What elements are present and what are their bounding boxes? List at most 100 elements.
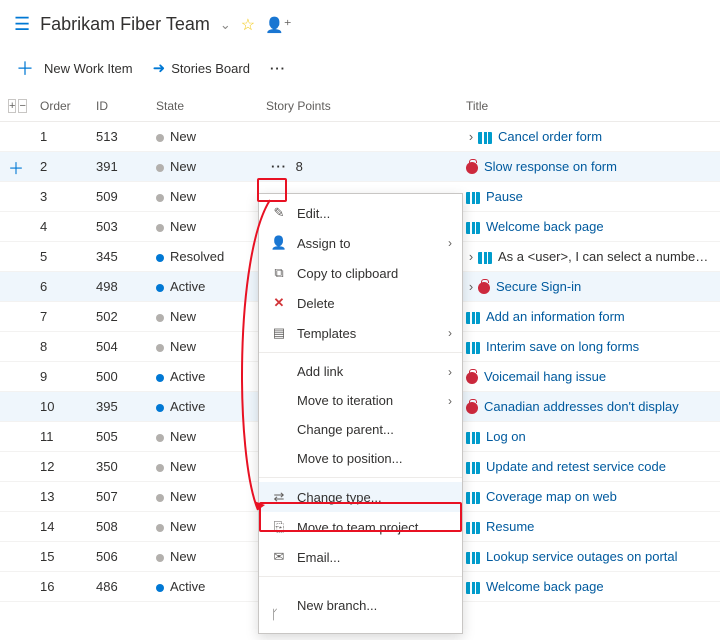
state-dot-icon [156, 464, 164, 472]
row-add-button[interactable] [0, 512, 32, 542]
row-add-button[interactable] [0, 452, 32, 482]
cell-order: 7 [32, 302, 88, 332]
row-add-button[interactable] [0, 572, 32, 602]
work-item-title[interactable]: Update and retest service code [486, 459, 666, 474]
menu-new-branch[interactable]: ㅤᚴNew branch... [259, 581, 462, 629]
toolbar-more-button[interactable]: ··· [270, 61, 286, 76]
state-dot-icon [156, 164, 164, 172]
expand-chevron-icon[interactable]: › [466, 249, 476, 264]
new-work-item-button[interactable]: ＋ New Work Item [16, 55, 133, 81]
cell-title[interactable]: Welcome back page [458, 212, 720, 242]
header-title[interactable]: Title [458, 93, 720, 122]
expand-chevron-icon[interactable]: › [466, 129, 476, 144]
cell-title[interactable]: Coverage map on web [458, 482, 720, 512]
team-name[interactable]: Fabrikam Fiber Team [40, 14, 210, 35]
menu-templates[interactable]: ▤Templates› [259, 318, 462, 348]
menu-change-parent[interactable]: Change parent... [259, 415, 462, 444]
header-expand-controls[interactable]: +− [0, 93, 32, 122]
row-add-button[interactable] [0, 242, 32, 272]
row-add-button[interactable] [0, 122, 32, 152]
cell-title[interactable]: › As a <user>, I can select a number ... [458, 242, 720, 272]
work-item-title[interactable]: Resume [486, 519, 534, 534]
menu-delete[interactable]: ✕Delete [259, 288, 462, 318]
table-row[interactable]: ＋2391New··· 8Slow response on form [0, 152, 720, 182]
menu-edit[interactable]: ✎Edit... [259, 198, 462, 228]
work-item-title[interactable]: Welcome back page [486, 579, 604, 594]
row-add-button[interactable] [0, 302, 32, 332]
row-add-button[interactable] [0, 362, 32, 392]
cell-title[interactable]: Update and retest service code [458, 452, 720, 482]
row-add-button[interactable] [0, 182, 32, 212]
table-header-row: +− Order ID State Story Points Title [0, 93, 720, 122]
cell-title[interactable]: Slow response on form [458, 152, 720, 182]
menu-change-type[interactable]: ⇄Change type... [259, 482, 462, 512]
row-more-button[interactable]: ··· [266, 159, 292, 174]
row-add-button[interactable]: ＋ [0, 152, 32, 182]
stories-board-button[interactable]: ➜ Stories Board [153, 59, 250, 77]
menu-move-team-project[interactable]: ⎘Move to team project... [259, 512, 462, 542]
row-add-button[interactable] [0, 332, 32, 362]
row-add-button[interactable] [0, 272, 32, 302]
work-item-title[interactable]: Add an information form [486, 309, 625, 324]
cell-title[interactable]: Lookup service outages on portal [458, 542, 720, 572]
cell-state: Resolved [148, 242, 258, 272]
work-item-title[interactable]: Lookup service outages on portal [486, 549, 678, 564]
user-story-icon [466, 522, 480, 534]
row-add-button[interactable] [0, 422, 32, 452]
work-item-title[interactable]: Cancel order form [498, 129, 602, 144]
menu-add-link[interactable]: Add link› [259, 357, 462, 386]
cell-title[interactable]: Interim save on long forms [458, 332, 720, 362]
row-add-button[interactable] [0, 542, 32, 572]
cell-title[interactable]: Canadian addresses don't display [458, 392, 720, 422]
menu-email[interactable]: ✉Email... [259, 542, 462, 572]
work-item-title[interactable]: Log on [486, 429, 526, 444]
work-item-title[interactable]: Welcome back page [486, 219, 604, 234]
branch-icon: ㅤᚴ [271, 588, 287, 622]
cell-state: New [148, 212, 258, 242]
row-add-button[interactable] [0, 482, 32, 512]
user-story-icon [466, 582, 480, 594]
cell-title[interactable]: Pause [458, 182, 720, 212]
state-dot-icon [156, 254, 164, 262]
cell-title[interactable]: Log on [458, 422, 720, 452]
work-item-title[interactable]: Slow response on form [484, 159, 617, 174]
menu-move-iteration[interactable]: Move to iteration› [259, 386, 462, 415]
cell-id: 486 [88, 572, 148, 602]
row-add-button[interactable] [0, 392, 32, 422]
work-item-title[interactable]: Pause [486, 189, 523, 204]
work-item-title[interactable]: Secure Sign-in [496, 279, 581, 294]
state-dot-icon [156, 494, 164, 502]
table-row[interactable]: 1513New›Cancel order form [0, 122, 720, 152]
cell-title[interactable]: › Cancel order form [458, 122, 720, 152]
bug-icon [466, 402, 478, 414]
header-id[interactable]: ID [88, 93, 148, 122]
work-item-title[interactable]: Voicemail hang issue [484, 369, 606, 384]
expand-chevron-icon[interactable]: › [466, 279, 476, 294]
favorite-star-icon[interactable]: ☆ [241, 15, 255, 35]
user-story-icon [466, 462, 480, 474]
cell-id: 508 [88, 512, 148, 542]
menu-copy[interactable]: ⧉Copy to clipboard [259, 258, 462, 288]
row-add-button[interactable] [0, 212, 32, 242]
cell-title[interactable]: › Secure Sign-in [458, 272, 720, 302]
cell-state: Active [148, 362, 258, 392]
chevron-down-icon[interactable]: ⌄ [220, 17, 231, 33]
state-dot-icon [156, 284, 164, 292]
cell-title[interactable]: Welcome back page [458, 572, 720, 602]
arrow-circle-icon: ➜ [153, 59, 166, 77]
cell-title[interactable]: Resume [458, 512, 720, 542]
header-state[interactable]: State [148, 93, 258, 122]
header-order[interactable]: Order [32, 93, 88, 122]
work-item-title[interactable]: Coverage map on web [486, 489, 617, 504]
header-story-points[interactable]: Story Points [258, 93, 458, 122]
work-item-title[interactable]: Interim save on long forms [486, 339, 639, 354]
work-item-title[interactable]: Canadian addresses don't display [484, 399, 679, 414]
cell-title[interactable]: Add an information form [458, 302, 720, 332]
menu-assign-to[interactable]: 👤Assign to› [259, 228, 462, 258]
cell-title[interactable]: Voicemail hang issue [458, 362, 720, 392]
work-item-title[interactable]: As a <user>, I can select a number ... [498, 249, 714, 264]
email-icon: ✉ [271, 549, 287, 565]
team-members-icon[interactable]: 👤⁺ [265, 16, 292, 34]
menu-move-position[interactable]: Move to position... [259, 444, 462, 473]
cell-state: New [148, 422, 258, 452]
